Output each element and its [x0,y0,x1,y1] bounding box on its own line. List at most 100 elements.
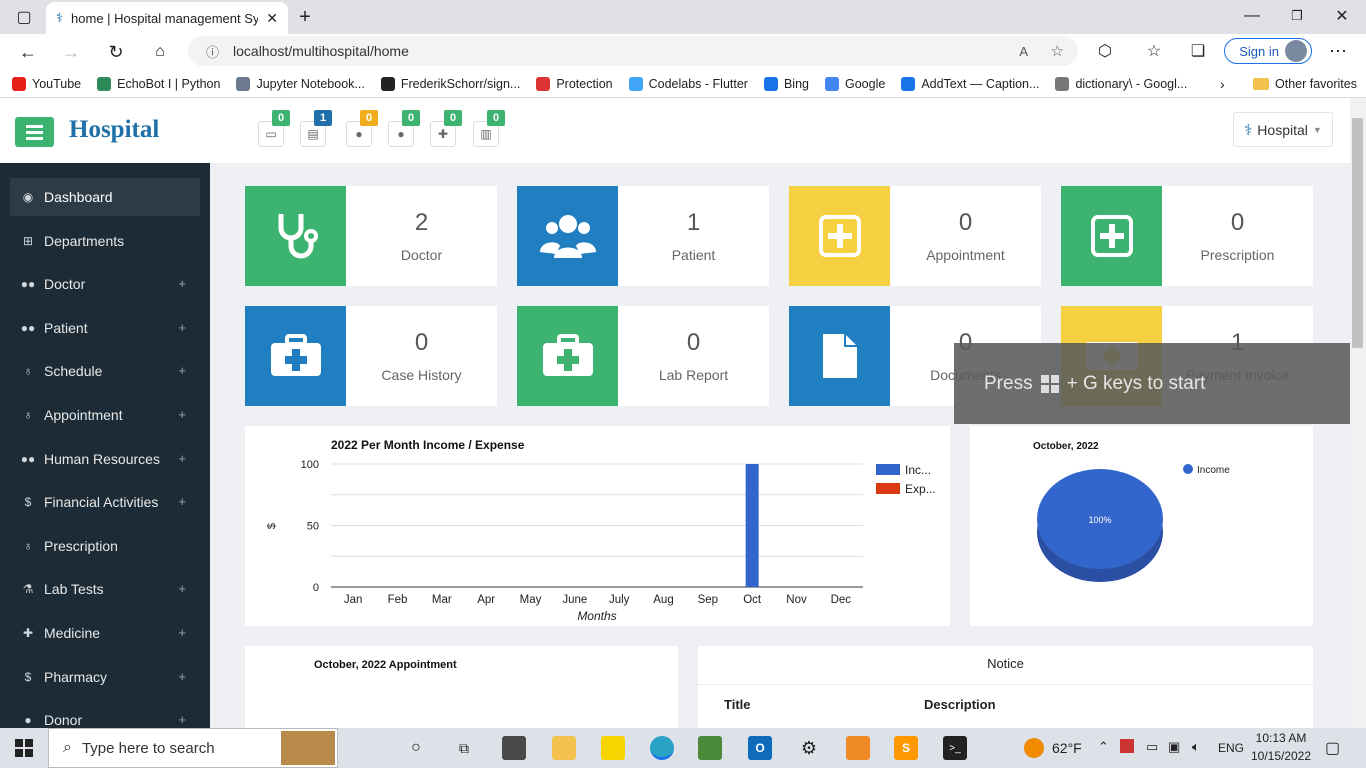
expand-plus-icon[interactable]: + [178,276,186,291]
favorite-item[interactable]: Protection [536,76,613,91]
restore-icon[interactable]: ❐ [1287,6,1307,26]
collections-icon[interactable]: ❏ [1187,40,1209,62]
stat-card-prescription[interactable]: 0 Prescription [1061,186,1313,286]
favorite-star-icon[interactable]: ☆ [1051,42,1064,60]
sidebar-item-medicine[interactable]: ✚ Medicine + [10,614,200,652]
user-menu-button[interactable]: ⚕ Hospital ▼ [1233,112,1333,147]
stat-card-lab-report[interactable]: 0 Lab Report [517,306,769,406]
stethoscope-icon [245,186,346,286]
tab-title: home | Hospital management Sy [71,10,259,26]
xampp-icon[interactable] [846,736,870,760]
expand-plus-icon[interactable]: + [178,669,186,684]
sidebar-item-prescription[interactable]: ♁ Prescription [10,527,200,565]
task-view-icon[interactable]: ⧉ [452,736,476,760]
other-favorites[interactable]: Other favorites [1253,77,1357,91]
sidebar-item-appointment[interactable]: ♁ Appointment + [10,396,200,434]
network-icon[interactable]: ▣ [1168,739,1180,755]
sidebar-item-departments[interactable]: ⊞ Departments [10,222,200,260]
expand-plus-icon[interactable]: + [178,407,186,422]
favorite-item[interactable]: FrederikSchorr/sign... [380,76,520,91]
menu-toggle-button[interactable] [15,117,54,147]
favorites-overflow-icon[interactable]: › [1220,76,1225,92]
info-icon[interactable]: ⓘ [206,42,219,61]
back-icon[interactable]: ← [17,41,39,63]
stethoscope-icon: ♁ [23,408,33,422]
read-aloud-icon[interactable]: A [1019,44,1028,59]
close-tab-icon[interactable]: ✕ [266,10,278,27]
close-window-icon[interactable]: ✕ [1332,6,1352,26]
terminal-icon[interactable]: >_ [943,736,967,760]
clock-time[interactable]: 10:13 AM [1250,731,1312,745]
tray-app-icon[interactable] [1120,739,1134,753]
sidebar-item-human-resources[interactable]: ●● Human Resources + [10,440,200,478]
favorite-item[interactable]: EchoBot I | Python [97,76,220,91]
user-menu-label: Hospital [1257,121,1308,138]
sidebar-item-dashboard[interactable]: ◉ Dashboard [10,178,200,216]
cortana-icon[interactable]: ○ [404,736,428,760]
more-options-icon[interactable]: ⋯ [1327,40,1349,62]
sticky-notes-icon[interactable] [601,736,625,760]
browser-tab[interactable]: ⚕ home | Hospital management Sy ✕ [46,2,288,34]
stat-card-patient[interactable]: 1 Patient [517,186,769,286]
dollar-icon: $ [24,669,32,684]
expand-plus-icon[interactable]: + [178,581,186,596]
start-button[interactable] [15,739,33,757]
sidebar-item-patient[interactable]: ●● Patient + [10,309,200,347]
tab-favicon-icon: ⚕ [56,10,64,25]
favorite-icon [763,76,778,91]
favorite-icon [380,76,395,91]
y-tick-label: 0 [313,582,319,594]
favorite-item[interactable]: dictionary\ - Googl... [1055,76,1187,91]
stat-card-doctor[interactable]: 2 Doctor [245,186,497,286]
favorite-item[interactable]: Google [825,76,885,91]
expand-plus-icon[interactable]: + [178,712,186,727]
volume-icon[interactable]: 🔈︎ [1192,739,1200,755]
language-indicator[interactable]: ENG [1218,741,1244,755]
clock-date[interactable]: 10/15/2022 [1250,749,1312,763]
expand-plus-icon[interactable]: + [178,363,186,378]
tray-chevron-icon[interactable]: ⌃ [1098,739,1109,755]
sign-in-button[interactable]: Sign in [1224,38,1312,64]
minimize-icon[interactable]: — [1242,6,1262,26]
favorite-item[interactable]: Jupyter Notebook... [236,76,365,91]
notifications-icon[interactable]: ▢ [1325,738,1340,758]
sidebar-item-lab-tests[interactable]: ⚗ Lab Tests + [10,570,200,608]
sidebar-item-financial-activities[interactable]: $ Financial Activities + [10,483,200,521]
favorite-item[interactable]: AddText — Caption... [901,76,1039,91]
snipping-tool-icon[interactable] [502,736,526,760]
file-explorer-icon[interactable] [552,736,576,760]
tab-actions-icon[interactable]: ▢ [14,7,34,27]
favorites-icon[interactable]: ☆ [1143,40,1165,62]
expand-plus-icon[interactable]: + [178,494,186,509]
favorite-item[interactable]: Bing [763,76,809,91]
stat-card-appointment[interactable]: 0 Appointment [789,186,1041,286]
brand-title: Hospital [69,116,160,143]
battery-icon[interactable]: ▭ [1146,739,1158,755]
sidebar-item-schedule[interactable]: ♁ Schedule + [10,352,200,390]
appointment-panel-title: October, 2022 Appointment [314,659,457,671]
forward-icon[interactable]: → [60,41,82,63]
sublime-text-icon[interactable]: S [894,736,918,760]
sidebar-item-pharmacy[interactable]: $ Pharmacy + [10,658,200,696]
address-bar[interactable]: ⓘ localhost/multihospital/home A ☆ [188,36,1078,66]
new-tab-icon[interactable]: + [294,6,316,28]
edge-browser-icon[interactable] [650,736,674,760]
taskbar-search[interactable]: ⌕ Type here to search [48,728,338,768]
scrollbar-thumb[interactable] [1352,118,1363,348]
favorite-item[interactable]: YouTube [12,76,81,91]
favorite-item[interactable]: Codelabs - Flutter [628,76,748,91]
weather-temp[interactable]: 62°F [1052,740,1082,756]
settings-gear-icon[interactable]: ⚙ [797,736,821,760]
bar-inc[interactable] [745,464,759,587]
stat-card-case-history[interactable]: 0 Case History [245,306,497,406]
sidebar-item-doctor[interactable]: ●● Doctor + [10,265,200,303]
expand-plus-icon[interactable]: + [178,320,186,335]
outlook-icon[interactable]: O [748,736,772,760]
refresh-icon[interactable]: ↻ [105,41,127,63]
spreadsheet-app-icon[interactable] [698,736,722,760]
expand-plus-icon[interactable]: + [178,451,186,466]
expand-plus-icon[interactable]: + [178,625,186,640]
weather-sun-icon[interactable] [1024,738,1044,758]
home-icon[interactable]: ⌂ [149,41,171,63]
extensions-icon[interactable]: ⬡ [1094,40,1116,62]
